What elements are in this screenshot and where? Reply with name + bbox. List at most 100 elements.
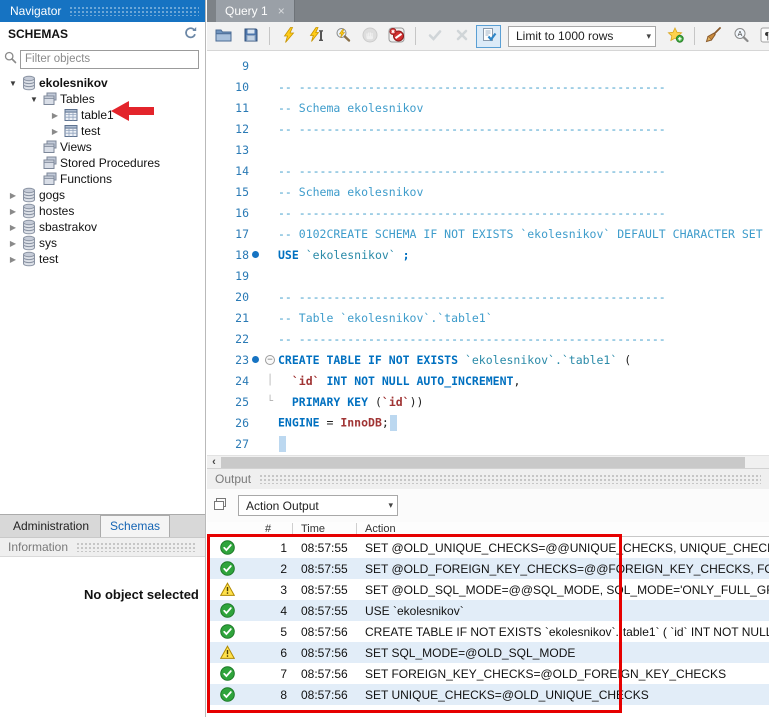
action-output-dropdown[interactable]: Action Output ▾ <box>238 495 398 516</box>
scrollbar-thumb[interactable] <box>221 457 745 468</box>
expand-arrow-icon[interactable]: ▶ <box>48 111 62 120</box>
row-number: 3 <box>247 583 293 597</box>
line-number: 16 <box>207 206 249 220</box>
limit-rows-dropdown[interactable]: Limit to 1000 rows▾ <box>508 26 656 47</box>
sidebar-item-sbastrakov[interactable]: ▶sbastrakov <box>0 219 205 235</box>
token-object: `id` <box>382 395 410 409</box>
output-row-8[interactable]: 808:57:56SET UNIQUE_CHECKS=@OLD_UNIQUE_C… <box>207 684 769 705</box>
editor-line-19: 19 <box>207 265 769 286</box>
expand-arrow-icon[interactable]: ▶ <box>6 207 20 216</box>
refresh-schemas-icon[interactable] <box>183 26 197 43</box>
database-icon <box>20 251 37 267</box>
expand-arrow-icon[interactable]: ▶ <box>6 191 20 200</box>
sidebar-item-table1[interactable]: ▶table1 <box>0 107 205 123</box>
find-icon: A <box>733 27 749 46</box>
row-action: SET SQL_MODE=@OLD_SQL_MODE <box>357 646 769 660</box>
execute-button[interactable] <box>276 25 301 48</box>
collapse-arrow-icon[interactable]: ▼ <box>6 79 20 88</box>
tab-administration[interactable]: Administration <box>4 516 98 537</box>
query-editor-panel: Query 1 × Limit to 1000 rows▾ A ¶ 910-- --… <box>207 0 769 717</box>
row-action: SET UNIQUE_CHECKS=@OLD_UNIQUE_CHECKS <box>357 688 769 702</box>
find-button[interactable]: A <box>728 25 753 48</box>
line-number: 10 <box>207 80 249 94</box>
success-status-icon <box>207 687 247 702</box>
toggle-stop-on-error-button[interactable] <box>384 25 409 48</box>
filter-objects-input[interactable] <box>20 50 199 69</box>
collapse-arrow-icon[interactable]: ▼ <box>27 95 41 104</box>
sql-editor[interactable]: 910-- ----------------------------------… <box>207 51 769 455</box>
commit-button[interactable] <box>422 25 447 48</box>
sidebar-bottom-tabs: AdministrationSchemas <box>0 514 205 537</box>
tree-item-label: Stored Procedures <box>58 156 160 170</box>
execute-current-statement-button[interactable] <box>303 25 328 48</box>
sidebar-item-functions[interactable]: Functions <box>0 171 205 187</box>
row-action: SET @OLD_SQL_MODE=@@SQL_MODE, SQL_MODE='… <box>357 583 769 597</box>
output-row-1[interactable]: 108:57:55SET @OLD_UNIQUE_CHECKS=@@UNIQUE… <box>207 537 769 558</box>
output-row-2[interactable]: 208:57:55SET @OLD_FOREIGN_KEY_CHECKS=@@F… <box>207 558 769 579</box>
line-number: 23 <box>207 353 249 367</box>
token-keyword: INT NOT NULL AUTO_INCREMENT <box>327 374 514 388</box>
table-icon <box>62 123 79 139</box>
close-tab-icon[interactable]: × <box>278 4 285 18</box>
code-text: -- -------------------------------------… <box>278 206 769 220</box>
sidebar-item-views[interactable]: Views <box>0 139 205 155</box>
sidebar-item-hostes[interactable]: ▶hostes <box>0 203 205 219</box>
editor-horizontal-scrollbar[interactable]: ‹ <box>207 455 769 468</box>
output-row-6[interactable]: 608:57:56SET SQL_MODE=@OLD_SQL_MODE <box>207 642 769 663</box>
token-keyword: CREATE TABLE IF NOT EXISTS <box>278 353 458 367</box>
stop-query-button[interactable] <box>357 25 382 48</box>
expand-arrow-icon[interactable]: ▶ <box>6 255 20 264</box>
rollback-button[interactable] <box>449 25 474 48</box>
sidebar-item-test[interactable]: ▶test <box>0 251 205 267</box>
information-section-header: Information <box>0 537 205 557</box>
information-header-texture <box>76 542 197 552</box>
output-row-3[interactable]: 308:57:55SET @OLD_SQL_MODE=@@SQL_MODE, S… <box>207 579 769 600</box>
expand-arrow-icon[interactable]: ▶ <box>6 239 20 248</box>
show-invisibles-icon: ¶ <box>760 27 769 46</box>
expand-arrow-icon[interactable]: ▶ <box>6 223 20 232</box>
tree-item-label: gogs <box>37 188 65 202</box>
sidebar-item-gogs[interactable]: ▶ gogs <box>0 187 205 203</box>
success-status-icon <box>207 561 247 576</box>
token-comment: -- -------------------------------------… <box>278 332 666 346</box>
explain-button[interactable] <box>330 25 355 48</box>
expand-arrow-icon[interactable]: ▶ <box>48 127 62 136</box>
show-invisibles-button[interactable]: ¶ <box>755 25 769 48</box>
line-number: 11 <box>207 101 249 115</box>
sidebar-item-tables[interactable]: ▼Tables <box>0 91 205 107</box>
sidebar-item-ekolesnikov[interactable]: ▼ekolesnikov <box>0 75 205 91</box>
action-output-value: Action Output <box>246 499 319 513</box>
editor-line-17: 17-- 0102CREATE SCHEMA IF NOT EXISTS `ek… <box>207 223 769 244</box>
sidebar-item-stored-procedures[interactable]: Stored Procedures <box>0 155 205 171</box>
explain-icon <box>335 27 351 46</box>
editor-line-10: 10 -- -----------------------------------… <box>207 76 769 97</box>
success-status-icon <box>207 624 247 639</box>
output-row-5[interactable]: 508:57:56CREATE TABLE IF NOT EXISTS `eko… <box>207 621 769 642</box>
token-plain: ( <box>617 353 631 367</box>
line-number: 12 <box>207 122 249 136</box>
scroll-left-arrow-icon[interactable]: ‹ <box>207 456 221 468</box>
token-comment: -- Schema ekolesnikov <box>278 185 423 199</box>
navigator-title-texture <box>69 6 199 16</box>
fold-collapse-icon[interactable]: − <box>265 355 275 365</box>
tab-query-1[interactable]: Query 1 × <box>216 0 295 22</box>
toggle-stop-on-error-icon <box>388 27 405 46</box>
output-row-7[interactable]: 708:57:56SET FOREIGN_KEY_CHECKS=@OLD_FOR… <box>207 663 769 684</box>
sidebar-item-sys[interactable]: ▶sys <box>0 235 205 251</box>
beautify-button[interactable] <box>701 25 726 48</box>
code-text: -- -------------------------------------… <box>278 80 769 94</box>
token-comment: -- -------------------------------------… <box>278 290 666 304</box>
save-snippet-button[interactable] <box>663 25 688 48</box>
rollback-icon <box>454 27 470 46</box>
fold-gutter: │ <box>262 375 278 386</box>
output-row-4[interactable]: 408:57:55USE `ekolesnikov` <box>207 600 769 621</box>
editor-line-15: 15-- Schema ekolesnikov <box>207 181 769 202</box>
row-action: SET @OLD_FOREIGN_KEY_CHECKS=@@FOREIGN_KE… <box>357 562 769 576</box>
open-script-button[interactable] <box>211 25 236 48</box>
sidebar-item-test[interactable]: ▶test <box>0 123 205 139</box>
toggle-autocommit-button[interactable] <box>476 25 501 48</box>
output-grid: 108:57:55SET @OLD_UNIQUE_CHECKS=@@UNIQUE… <box>207 537 769 705</box>
save-script-button[interactable] <box>238 25 263 48</box>
fold-gutter[interactable]: − <box>262 354 278 365</box>
tab-schemas[interactable]: Schemas <box>100 515 170 537</box>
